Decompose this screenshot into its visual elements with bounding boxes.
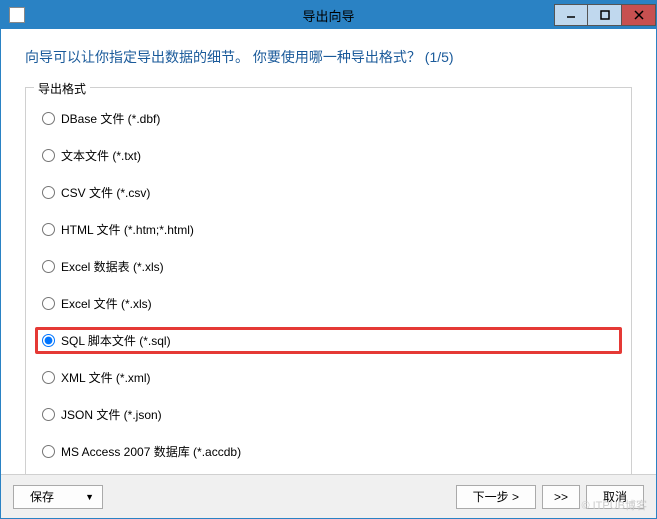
format-label[interactable]: MS Access 2007 数据库 (*.accdb): [61, 443, 241, 460]
format-radio[interactable]: [42, 260, 55, 273]
save-label: 保存: [30, 488, 54, 505]
format-radio[interactable]: [42, 408, 55, 421]
group-legend: 导出格式: [34, 80, 90, 97]
format-radio[interactable]: [42, 334, 55, 347]
skip-button[interactable]: >>: [542, 485, 580, 509]
format-label[interactable]: CSV 文件 (*.csv): [61, 184, 150, 201]
format-radio[interactable]: [42, 297, 55, 310]
format-option[interactable]: Excel 数据表 (*.xls): [38, 256, 619, 277]
maximize-button[interactable]: [588, 4, 622, 26]
minimize-icon: [566, 10, 576, 20]
format-label[interactable]: JSON 文件 (*.json): [61, 406, 162, 423]
maximize-icon: [600, 10, 610, 20]
app-icon: [9, 7, 25, 23]
format-option[interactable]: HTML 文件 (*.htm;*.html): [38, 219, 619, 240]
window-title: 导出向导: [302, 6, 354, 25]
format-label[interactable]: Excel 文件 (*.xls): [61, 295, 152, 312]
wizard-header: 向导可以让你指定导出数据的细节。 你要使用哪一种导出格式？ (1/5): [1, 29, 656, 79]
export-format-group: 导出格式 DBase 文件 (*.dbf)文本文件 (*.txt)CSV 文件 …: [25, 87, 632, 474]
export-wizard-window: 导出向导 向导可以让你指定导出数据的细节。 你要使用哪一种导出格式？ (1/5)…: [0, 0, 657, 519]
chevron-down-icon: ▼: [85, 492, 94, 502]
format-option[interactable]: XML 文件 (*.xml): [38, 367, 619, 388]
format-label[interactable]: 文本文件 (*.txt): [61, 147, 141, 164]
format-label[interactable]: DBase 文件 (*.dbf): [61, 110, 160, 127]
format-radio[interactable]: [42, 186, 55, 199]
close-icon: [634, 10, 644, 20]
format-radio[interactable]: [42, 112, 55, 125]
next-button[interactable]: 下一步 >: [456, 485, 536, 509]
format-option[interactable]: DBase 文件 (*.dbf): [38, 108, 619, 129]
format-radio[interactable]: [42, 223, 55, 236]
format-radio-list: DBase 文件 (*.dbf) 文本文件 (*.txt) CSV 文件 (*.cs…: [38, 108, 619, 462]
format-option[interactable]: MS Access 2007 数据库 (*.accdb): [38, 441, 619, 462]
format-radio[interactable]: [42, 371, 55, 384]
format-label[interactable]: Excel 数据表 (*.xls): [61, 258, 164, 275]
format-label[interactable]: XML 文件 (*.xml): [61, 369, 151, 386]
format-radio[interactable]: [42, 445, 55, 458]
save-button[interactable]: 保存 ▼: [13, 485, 103, 509]
format-option[interactable]: SQL 脚本文件 (*.sql): [35, 327, 622, 354]
wizard-content: 导出格式 DBase 文件 (*.dbf) 文本文件 (*.txt) CSV 文件 …: [1, 79, 656, 474]
format-option[interactable]: JSON 文件 (*.json): [38, 404, 619, 425]
cancel-button[interactable]: 取消: [586, 485, 644, 509]
close-button[interactable]: [622, 4, 656, 26]
format-option[interactable]: Excel 文件 (*.xls): [38, 293, 619, 314]
wizard-footer: 保存 ▼ 下一步 > >> 取消: [1, 474, 656, 518]
wizard-prompt: 向导可以让你指定导出数据的细节。 你要使用哪一种导出格式？ (1/5): [25, 49, 454, 65]
window-controls: [554, 5, 656, 26]
titlebar: 导出向导: [1, 1, 656, 29]
minimize-button[interactable]: [554, 4, 588, 26]
format-option[interactable]: CSV 文件 (*.csv): [38, 182, 619, 203]
format-label[interactable]: SQL 脚本文件 (*.sql): [61, 332, 171, 349]
format-option[interactable]: 文本文件 (*.txt): [38, 145, 619, 166]
format-label[interactable]: HTML 文件 (*.htm;*.html): [61, 221, 194, 238]
format-radio[interactable]: [42, 149, 55, 162]
